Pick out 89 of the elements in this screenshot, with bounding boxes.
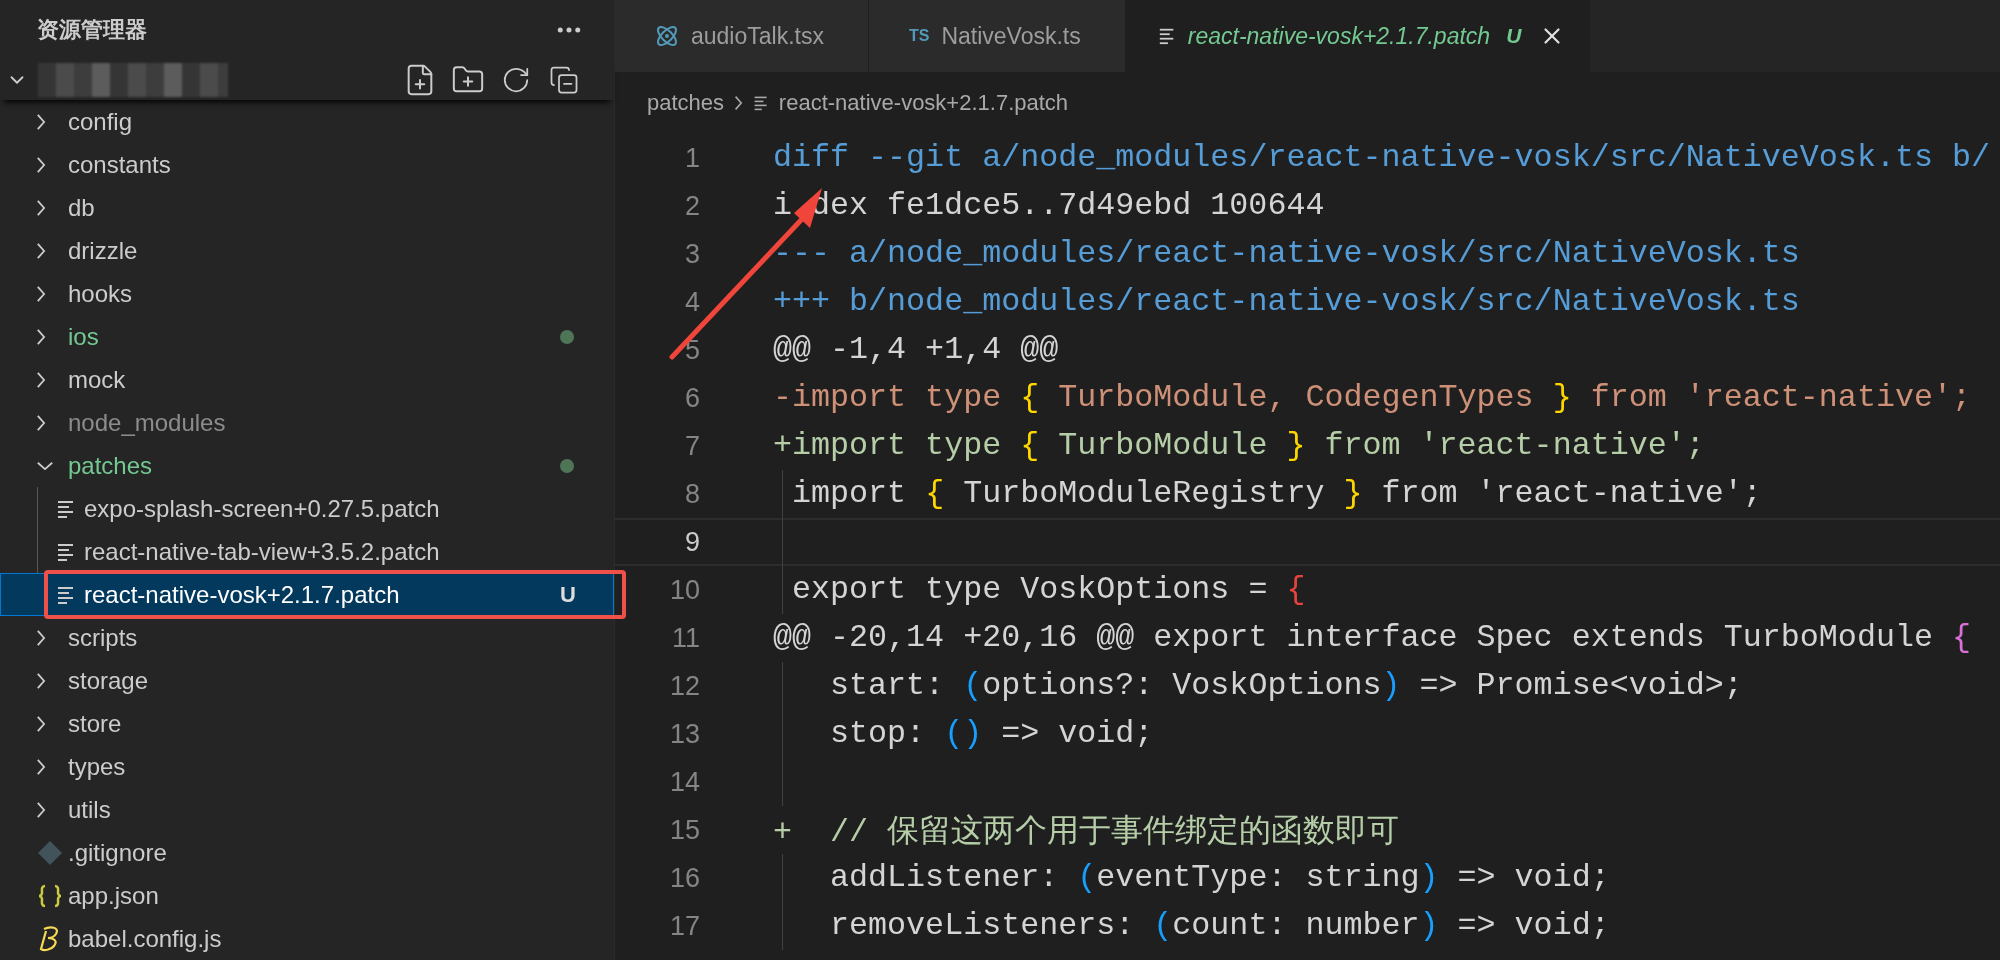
file-name: storage (68, 666, 150, 695)
tree-item[interactable]: ios (0, 315, 614, 358)
line-number: 16 (668, 862, 700, 894)
code-line: -import type { TurboModule, CodegenTypes } from 'react-native'; (773, 380, 1971, 416)
file-name: expo-splash-screen+0.27.5.patch (84, 494, 441, 523)
file-name: .gitignore (68, 838, 168, 867)
line-number: 13 (668, 718, 700, 750)
tree-item[interactable]: patches (0, 444, 614, 487)
file-name: node_modules (68, 408, 227, 437)
lines-icon (56, 584, 76, 605)
file-name: drizzle (68, 236, 139, 265)
code-line: +import type { TurboModule } from 'react-native'; (773, 428, 1705, 464)
file-name: patches (68, 451, 154, 480)
file-name: react-native-vosk+2.1.7.patch (84, 580, 401, 609)
tree-item[interactable]: store (0, 702, 614, 745)
tree-item[interactable]: storage (0, 659, 614, 702)
line-number: 4 (683, 286, 700, 318)
file-name: scripts (68, 623, 139, 652)
code-line: @@ -20,14 +20,16 @@ export interface Spec extends TurboModule { (773, 620, 1971, 656)
code-line: + // 保留这两个用于事件绑定的函数即可 (773, 813, 1400, 852)
code-line: export type VoskOptions = { (791, 572, 1306, 608)
lines-icon (56, 498, 76, 519)
tree-item[interactable]: drizzle (0, 229, 614, 272)
editor-tab[interactable]: TS NativeVosk.ts (868, 0, 1126, 72)
line-number: 10 (668, 574, 700, 606)
file-name: react-native-tab-view+3.5.2.patch (84, 537, 441, 566)
file-name: types (68, 752, 127, 781)
tree-item[interactable]: config (0, 100, 614, 143)
file-name: constants (68, 150, 172, 179)
git-status-label: U (560, 581, 576, 608)
git-status-dot (560, 329, 574, 344)
git-status-label: U (1506, 24, 1522, 48)
code-line: addListener: (eventType: string) => void; (829, 860, 1610, 896)
chevron-right-icon (734, 95, 743, 111)
code-line: stop: () => void; (829, 716, 1154, 752)
tree-item[interactable]: node_modules (0, 401, 614, 444)
tree-item[interactable]: db (0, 186, 614, 229)
file-name: store (68, 709, 123, 738)
line-number: 9 (683, 526, 700, 558)
lines-icon (752, 95, 769, 111)
tree-item[interactable]: babel.config.js (0, 917, 614, 960)
file-name: app.json (68, 881, 160, 910)
code-line: removeListeners: (count: number) => void; (829, 908, 1610, 944)
file-name: mock (68, 365, 127, 394)
code-line: @@ -1,4 +1,4 @@ (773, 332, 1059, 368)
tree-item[interactable]: scripts (0, 616, 614, 659)
file-name: utils (68, 795, 112, 824)
code-line: import { TurboModuleRegistry } from 'react-native'; (791, 476, 1762, 512)
breadcrumb-item[interactable]: patches (647, 90, 725, 116)
file-name: db (68, 193, 96, 222)
line-number: 2 (683, 190, 700, 222)
file-name: config (68, 107, 134, 136)
git-status-dot (560, 458, 574, 473)
tree-item[interactable]: app.json (0, 874, 614, 917)
tree-item[interactable]: mock (0, 358, 614, 401)
breadcrumb-item[interactable]: react-native-vosk+2.1.7.patch (752, 90, 1069, 116)
line-number: 11 (670, 622, 700, 654)
code-line: start: (options?: VoskOptions) => Promise<void>; (829, 668, 1743, 704)
file-name: hooks (68, 279, 134, 308)
code-line: +++ b/node_modules/react-native-vosk/src/NativeVosk.ts (773, 284, 1800, 320)
tree-item[interactable]: types (0, 745, 614, 788)
tree-item[interactable]: hooks (0, 272, 614, 315)
tree-item[interactable]: react-native-tab-view+3.5.2.patch (0, 530, 614, 573)
file-name: babel.config.js (68, 924, 223, 953)
ts-icon: TS (908, 27, 930, 45)
line-number: 1 (683, 142, 700, 174)
line-number: 17 (668, 910, 700, 942)
editor-tab[interactable]: react-native-vosk+2.1.7.patch U (1125, 0, 1591, 72)
lines-icon (1157, 27, 1176, 45)
braces-icon (37, 883, 63, 908)
line-number: 7 (683, 430, 700, 462)
sidebar-title: 资源管理器 (37, 16, 147, 44)
code-line: --- a/node_modules/react-native-vosk/src/NativeVosk.ts (773, 236, 1800, 272)
diamond-icon (37, 839, 63, 866)
file-name: ios (68, 322, 100, 351)
editor-tab[interactable]: audioTalk.tsx (615, 0, 869, 72)
atom-icon (655, 24, 679, 48)
line-number: 6 (683, 382, 700, 414)
tree-item[interactable]: utils (0, 788, 614, 831)
tree-item[interactable]: constants (0, 143, 614, 186)
line-number: 3 (683, 238, 700, 270)
tree-item[interactable]: .gitignore (0, 831, 614, 874)
lines-icon (56, 541, 76, 562)
line-number: 8 (683, 478, 700, 510)
code-line: diff --git a/node_modules/react-native-vosk/src/NativeVosk.ts b/ (773, 140, 1990, 176)
line-number: 12 (668, 670, 700, 702)
line-number: 14 (668, 766, 700, 798)
tree-item[interactable]: expo-splash-screen+0.27.5.patch (0, 487, 614, 530)
line-number: 15 (668, 814, 700, 846)
